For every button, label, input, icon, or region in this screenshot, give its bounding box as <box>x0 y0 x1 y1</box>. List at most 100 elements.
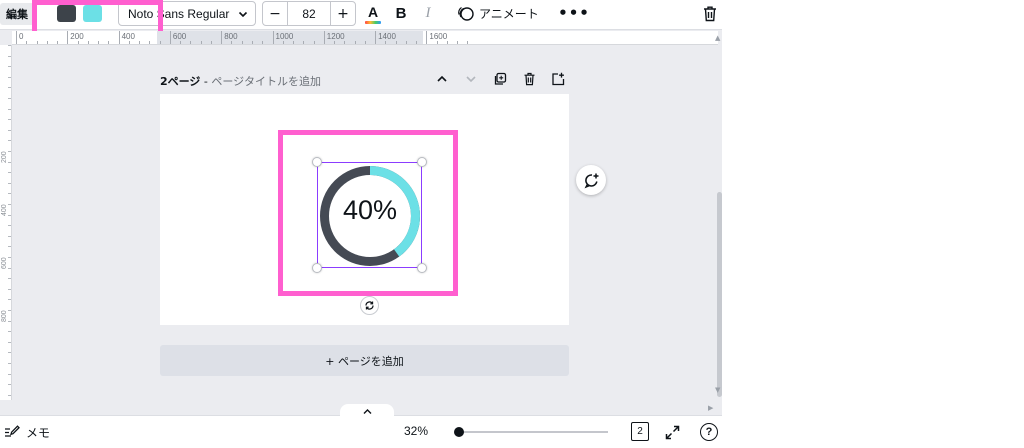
ruler-minor-tick <box>467 41 469 44</box>
text-color-letter: A <box>367 3 379 20</box>
notes-button[interactable]: メモ <box>4 423 50 441</box>
font-size-increase-button[interactable]: + <box>330 1 356 26</box>
ruler-minor-tick <box>8 299 11 301</box>
ruler-minor-tick <box>416 41 418 44</box>
ruler-minor-tick <box>46 41 48 44</box>
zoom-slider-track[interactable] <box>458 431 608 433</box>
bold-button[interactable]: B <box>392 2 410 24</box>
ruler-minor-tick <box>8 55 11 57</box>
delete-page-button[interactable] <box>521 71 537 87</box>
page-title[interactable]: 2ページ - ページタイトルを追加 <box>160 73 321 89</box>
ruler-tick-label: 800 <box>224 32 238 41</box>
scroll-down-arrow[interactable]: ▼ <box>715 386 720 394</box>
trash-icon <box>704 6 716 21</box>
scroll-up-arrow[interactable]: ▲ <box>715 34 720 42</box>
ruler-minor-tick <box>8 204 11 205</box>
ruler-minor-tick <box>128 41 130 44</box>
animate-button[interactable]: アニメート <box>457 2 539 24</box>
font-size-input[interactable]: 82 <box>288 1 330 26</box>
ruler-minor-tick <box>57 41 59 44</box>
ruler-minor-tick <box>8 66 11 68</box>
ruler-minor-tick <box>159 41 161 44</box>
ruler-minor-tick <box>8 394 11 396</box>
ruler-minor-tick <box>8 140 11 142</box>
ruler-minor-tick <box>8 257 11 258</box>
fullscreen-button[interactable] <box>663 423 681 441</box>
zoom-value[interactable]: 32% <box>404 424 428 438</box>
zoom-slider-thumb[interactable] <box>454 427 464 437</box>
ruler-minor-tick <box>87 41 89 44</box>
font-size-decrease-button[interactable]: − <box>262 1 288 26</box>
ruler-minor-tick <box>282 41 284 44</box>
animate-icon <box>458 6 474 21</box>
ruler-minor-tick <box>334 41 336 44</box>
ruler-minor-tick <box>436 41 438 44</box>
duplicate-page-button[interactable] <box>492 71 508 87</box>
ruler-minor-tick <box>139 41 141 44</box>
italic-button[interactable]: I <box>419 2 437 24</box>
ruler-minor-tick <box>77 41 79 44</box>
ruler-minor-tick <box>36 41 38 44</box>
ruler-minor-tick <box>8 352 11 354</box>
text-color-button[interactable]: A <box>362 2 384 26</box>
delete-button[interactable] <box>699 2 721 24</box>
color-swatch-dark[interactable] <box>57 5 76 22</box>
resize-handle-top-right[interactable] <box>417 157 427 167</box>
ruler-tick-label: 200 <box>1 151 8 163</box>
page-title-separator: - <box>200 75 212 88</box>
ruler-minor-tick <box>262 41 264 44</box>
font-family-dropdown[interactable]: Noto Sans Regular <box>118 1 256 26</box>
duplicate-icon <box>494 72 507 85</box>
chevron-up-icon <box>363 408 371 414</box>
ruler-tick <box>221 31 223 44</box>
page-view-button[interactable]: 2 <box>631 422 649 441</box>
font-family-value: Noto Sans Regular <box>128 6 230 21</box>
move-page-up-button[interactable] <box>434 71 450 87</box>
ruler-minor-tick <box>8 267 11 269</box>
ruler-minor-tick <box>8 278 11 280</box>
ruler-minor-tick <box>8 98 11 99</box>
ruler-tick-label: 600 <box>1 257 8 269</box>
resize-handle-bottom-left[interactable] <box>312 263 322 273</box>
vertical-scrollbar[interactable] <box>717 192 722 397</box>
ruler-minor-tick <box>405 41 407 44</box>
ruler-tick <box>272 31 274 44</box>
move-page-down-button[interactable] <box>463 71 479 87</box>
page-number: 2ページ <box>160 75 201 88</box>
chevron-down-icon <box>238 11 248 17</box>
ruler-minor-tick <box>457 41 459 44</box>
ruler-minor-tick <box>98 41 100 44</box>
selection-box[interactable] <box>317 162 422 268</box>
resize-handle-top-left[interactable] <box>312 157 322 167</box>
notes-label: メモ <box>26 425 51 440</box>
edit-button[interactable]: 編集 <box>0 3 34 25</box>
color-swatch-cyan[interactable] <box>83 5 102 22</box>
more-options-button[interactable]: ••• <box>558 2 589 24</box>
ruler-tick-label: 200 <box>70 32 84 41</box>
ruler-tick <box>375 31 377 44</box>
ruler-minor-tick <box>8 45 11 46</box>
scroll-right-arrow[interactable]: ▶ <box>708 404 713 412</box>
vertical-ruler: 200 400 600 800 <box>0 45 12 400</box>
help-button[interactable]: ? <box>700 423 718 441</box>
horizontal-ruler: 0 200 400 600 800 1000 1200 1400 1600 <box>12 31 718 45</box>
ruler-minor-tick <box>8 108 11 110</box>
ruler-tick <box>16 31 17 44</box>
ruler-tick-label: 1600 <box>429 32 448 41</box>
rotate-handle[interactable] <box>360 296 379 315</box>
ruler-minor-tick <box>180 41 182 44</box>
collapse-panel-button[interactable] <box>340 404 394 418</box>
add-comment-button[interactable] <box>576 165 606 195</box>
ruler-minor-tick <box>8 87 11 89</box>
ruler-tick-label: 1400 <box>378 32 396 41</box>
ruler-minor-tick <box>210 41 212 44</box>
add-page-icon-button[interactable] <box>550 71 566 87</box>
ruler-minor-tick <box>8 129 11 131</box>
ruler-minor-tick <box>8 235 11 237</box>
resize-handle-bottom-right[interactable] <box>417 263 427 273</box>
page-title-placeholder: ページタイトルを追加 <box>211 75 321 88</box>
ruler-minor-tick <box>446 41 448 44</box>
animate-label: アニメート <box>479 6 539 21</box>
ruler-minor-tick <box>241 41 243 44</box>
add-page-button[interactable]: + ページを追加 <box>160 345 569 376</box>
